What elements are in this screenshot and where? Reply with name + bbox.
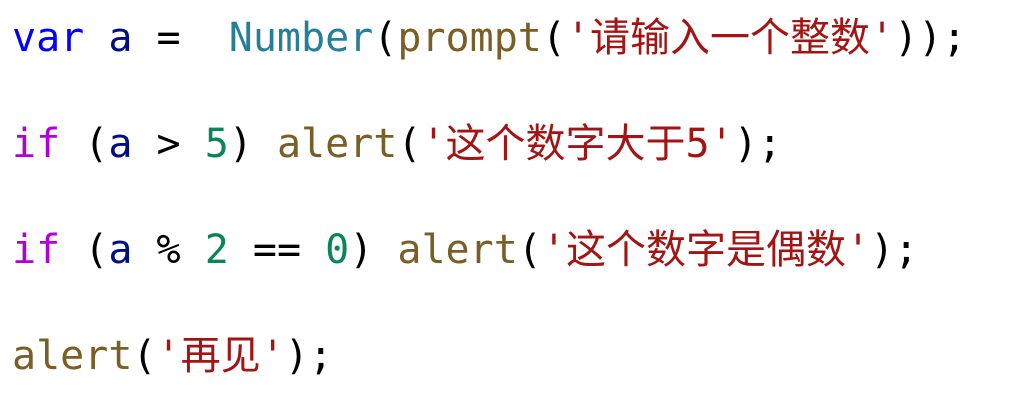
open-paren: ( [517, 227, 542, 273]
close-paren: ) [228, 121, 277, 167]
keyword-var: var [12, 15, 85, 61]
prompt-function: prompt [397, 15, 542, 61]
open-paren: ( [60, 121, 109, 167]
code-line-1[interactable]: var a = Number(prompt('请输入一个整数')); [12, 8, 966, 68]
code-editor[interactable]: var a = Number(prompt('请输入一个整数')); if (a… [0, 0, 1012, 402]
greater-than-operator: > [132, 121, 205, 167]
open-paren: ( [132, 333, 157, 379]
number-constructor: Number [228, 15, 374, 61]
open-paren: ( [373, 15, 398, 61]
alert-function: alert [397, 227, 518, 273]
keyword-if: if [12, 121, 61, 167]
open-paren: ( [60, 227, 109, 273]
alert-string: '这个数字是偶数' [541, 227, 871, 273]
alert-string: '再见' [156, 333, 285, 379]
code-line-2[interactable]: if (a > 5) alert('这个数字大于5'); [12, 114, 782, 174]
number-literal: 2 [204, 227, 229, 273]
alert-function: alert [12, 333, 133, 379]
identifier-a: a [108, 121, 133, 167]
statement-end: )); [894, 15, 967, 61]
close-paren: ) [349, 227, 398, 273]
equality-operator: == [228, 227, 326, 273]
identifier-a: a [108, 15, 133, 61]
statement-end: ); [870, 227, 919, 273]
assign-operator: = [132, 15, 229, 61]
statement-end: ); [284, 333, 333, 379]
keyword-if: if [12, 227, 61, 273]
prompt-string: '请输入一个整数' [565, 15, 895, 61]
open-paren: ( [397, 121, 422, 167]
number-literal: 0 [325, 227, 350, 273]
identifier-a: a [108, 227, 133, 273]
alert-function: alert [276, 121, 398, 167]
open-paren: ( [541, 15, 566, 61]
number-literal: 5 [204, 121, 229, 167]
code-line-4[interactable]: alert('再见'); [12, 326, 333, 386]
code-line-3[interactable]: if (a % 2 == 0) alert('这个数字是偶数'); [12, 220, 918, 280]
statement-end: ); [733, 121, 782, 167]
alert-string: '这个数字大于5' [421, 121, 734, 167]
modulo-operator: % [132, 227, 205, 273]
